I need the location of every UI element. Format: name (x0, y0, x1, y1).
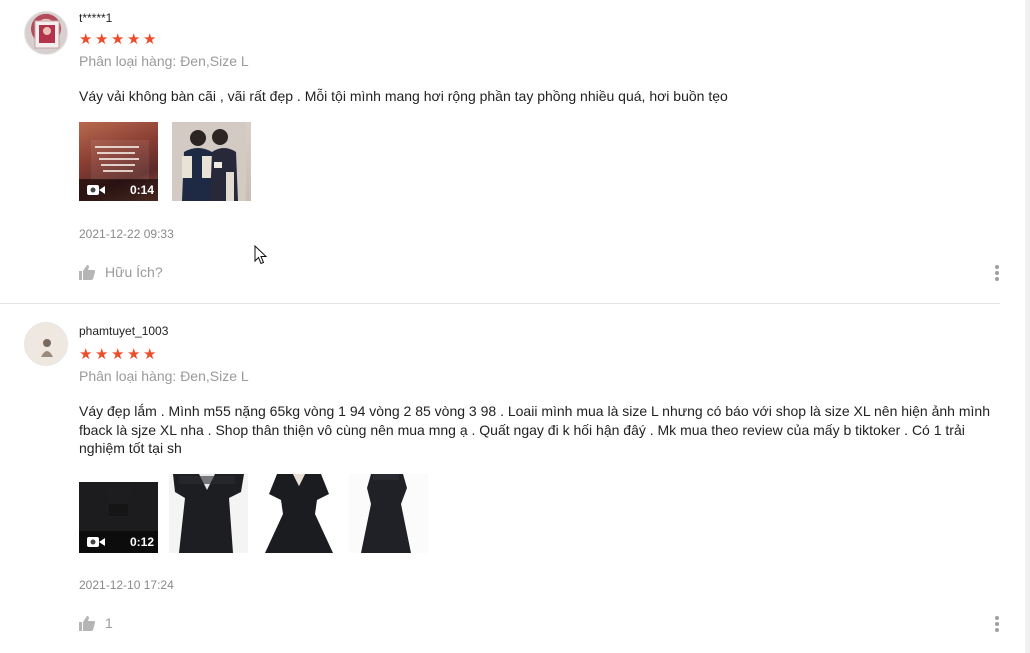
avatar[interactable] (24, 322, 68, 366)
more-vertical-icon (995, 265, 999, 269)
product-variation: Phân loại hàng: Đen,Size L (79, 368, 249, 384)
star-icon: ★ (95, 346, 109, 363)
video-camera-icon (87, 537, 105, 547)
review-comment: Váy vải không bàn cãi , vãi rất đẹp . Mỗ… (79, 88, 728, 104)
helpful-button[interactable]: Hữu Ích? (79, 264, 163, 280)
review-video-thumbnail[interactable]: 0:12 (79, 474, 158, 553)
star-icon: ★ (111, 346, 125, 363)
review-media: 0:12 (79, 474, 428, 553)
helpful-count: 1 (105, 615, 113, 631)
more-options-button[interactable] (990, 614, 1004, 634)
helpful-label: Hữu Ích? (105, 264, 163, 280)
username[interactable]: phamtuyet_1003 (79, 324, 168, 338)
more-options-button[interactable] (990, 263, 1004, 283)
rating-stars: ★ ★ ★ ★ ★ (79, 347, 157, 363)
review-video-thumbnail[interactable]: 0:14 (79, 122, 158, 201)
username[interactable]: t*****1 (79, 11, 112, 25)
rating-stars: ★ ★ ★ ★ ★ (79, 32, 157, 48)
star-icon: ★ (79, 31, 93, 48)
star-icon: ★ (95, 31, 109, 48)
mouse-cursor-icon (254, 245, 268, 265)
star-icon: ★ (79, 346, 93, 363)
review-timestamp: 2021-12-22 09:33 (79, 227, 174, 241)
more-vertical-icon (995, 616, 999, 620)
star-icon: ★ (111, 31, 125, 48)
star-icon: ★ (127, 346, 141, 363)
review-timestamp: 2021-12-10 17:24 (79, 578, 174, 592)
star-icon: ★ (143, 346, 157, 363)
helpful-button[interactable]: 1 (79, 615, 113, 631)
review-photo-thumbnail[interactable] (169, 474, 248, 553)
review-photo-thumbnail[interactable] (172, 122, 251, 201)
review-photo-thumbnail[interactable] (349, 474, 428, 553)
star-icon: ★ (127, 31, 141, 48)
video-duration: 0:12 (129, 535, 154, 549)
video-overlay: 0:12 (79, 531, 158, 553)
page-scrollbar[interactable] (1025, 0, 1030, 653)
review-media: 0:14 (79, 122, 251, 201)
thumbs-up-icon (79, 264, 95, 280)
avatar[interactable] (24, 11, 68, 55)
review-photo-thumbnail[interactable] (259, 474, 338, 553)
product-variation: Phân loại hàng: Đen,Size L (79, 53, 249, 69)
video-overlay: 0:14 (79, 179, 158, 201)
thumbs-up-icon (79, 615, 95, 631)
star-icon: ★ (143, 31, 157, 48)
review-item: phamtuyet_1003 ★ ★ ★ ★ ★ Phân loại hàng:… (0, 305, 1000, 653)
review-comment: Váy đẹp lắm . Mình m55 nặng 65kg vòng 1 … (79, 403, 990, 456)
video-duration: 0:14 (129, 183, 154, 197)
review-item: t*****1 ★ ★ ★ ★ ★ Phân loại hàng: Đen,Si… (0, 0, 1000, 304)
video-camera-icon (87, 185, 105, 195)
